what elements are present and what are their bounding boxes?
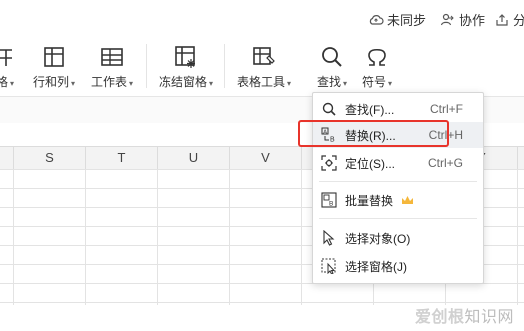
collab-label: 协作 bbox=[459, 13, 486, 28]
collab-button[interactable]: 协作 bbox=[440, 10, 485, 29]
tool-label: 行和列 bbox=[32, 75, 69, 89]
locate-icon bbox=[321, 155, 337, 171]
tool-label: 格 bbox=[0, 75, 8, 89]
tool-label: 表格工具 bbox=[236, 75, 285, 89]
column-header-s[interactable]: S bbox=[14, 147, 86, 169]
rows-columns-tool[interactable]: 行和列 ▾ bbox=[32, 38, 76, 90]
menu-item-label: 定位(S)... bbox=[345, 156, 395, 171]
tool-label: 工作表 bbox=[90, 75, 127, 89]
menu-item-select-pane[interactable]: 选择窗格(J) bbox=[313, 253, 483, 279]
shortcut-text: Ctrl+G bbox=[427, 156, 463, 170]
column-header-v[interactable]: V bbox=[230, 147, 302, 169]
menu-divider bbox=[319, 181, 477, 182]
column-header-t[interactable]: T bbox=[86, 147, 158, 169]
share-button[interactable]: 分 bbox=[494, 10, 524, 29]
chevron-down-icon: ▾ bbox=[287, 79, 292, 88]
menu-item-locate[interactable]: 定位(S)... Ctrl+G bbox=[313, 150, 483, 176]
chevron-down-icon: ▾ bbox=[10, 79, 15, 88]
sync-status[interactable]: 未同步 bbox=[368, 10, 426, 29]
tool-label: 符号 bbox=[361, 75, 386, 89]
freeze-panes-icon bbox=[175, 46, 195, 68]
cloud-sync-icon bbox=[369, 14, 384, 25]
batch-replace-icon: B bbox=[321, 192, 337, 208]
chevron-down-icon: ▾ bbox=[388, 79, 393, 88]
watermark-suffix: 知识网 bbox=[464, 309, 514, 326]
highlight-annotation-box bbox=[298, 120, 449, 147]
watermark: 爱创根知识网 bbox=[415, 303, 514, 327]
top-bar: 未同步 协作 分 bbox=[0, 0, 524, 38]
chevron-down-icon: ▾ bbox=[209, 79, 214, 88]
worksheet-icon bbox=[101, 48, 123, 66]
search-icon bbox=[322, 47, 342, 67]
chevron-down-icon: ▾ bbox=[343, 79, 348, 88]
table-tools-tool[interactable]: 表格工具 ▾ bbox=[234, 38, 294, 90]
tool-label: 查找 bbox=[316, 75, 341, 89]
omega-icon bbox=[368, 48, 386, 66]
ribbon-divider bbox=[146, 44, 147, 88]
search-icon bbox=[321, 101, 337, 117]
menu-item-find[interactable]: 查找(F)... Ctrl+F bbox=[313, 96, 483, 122]
menu-item-label: 批量替换 bbox=[345, 193, 394, 208]
freeze-panes-tool[interactable]: 冻结窗格 ▾ bbox=[157, 38, 215, 90]
collab-icon bbox=[440, 13, 454, 25]
column-header-u[interactable]: U bbox=[158, 147, 230, 169]
menu-item-label: 选择窗格(J) bbox=[345, 259, 407, 274]
share-label: 分 bbox=[513, 13, 524, 28]
chevron-down-icon: ▾ bbox=[129, 79, 134, 88]
column-header-partial[interactable] bbox=[0, 147, 14, 169]
shortcut-text: Ctrl+F bbox=[430, 102, 463, 116]
share-icon bbox=[496, 13, 508, 26]
find-tool[interactable]: 查找 ▾ bbox=[310, 38, 352, 93]
ribbon-divider bbox=[224, 44, 225, 88]
rows-columns-icon bbox=[44, 47, 64, 67]
menu-item-batch-replace[interactable]: B 批量替换 bbox=[313, 187, 483, 213]
menu-divider bbox=[319, 218, 477, 219]
select-object-icon bbox=[321, 230, 337, 246]
crown-icon bbox=[402, 196, 414, 204]
table-format-icon bbox=[0, 49, 12, 66]
chevron-down-icon: ▾ bbox=[71, 79, 76, 88]
menu-item-label: 选择对象(O) bbox=[345, 231, 411, 246]
table-tools-icon bbox=[253, 47, 275, 65]
ribbon-toolbar: 格 ▾ 行和列 ▾ 工作表 ▾ 冻结窗格 ▾ 表格工具 ▾ 查找 ▾ 符号 ▾ bbox=[0, 38, 524, 96]
select-pane-icon bbox=[321, 258, 337, 274]
sync-label: 未同步 bbox=[387, 13, 427, 28]
symbol-tool[interactable]: 符号 ▾ bbox=[360, 38, 394, 90]
menu-item-select-object[interactable]: 选择对象(O) bbox=[313, 225, 483, 251]
svg-text:B: B bbox=[329, 201, 333, 208]
menu-item-label: 查找(F)... bbox=[345, 102, 395, 117]
table-format-tool[interactable]: 格 ▾ bbox=[0, 38, 18, 90]
watermark-prefix: 爱创根 bbox=[414, 309, 465, 326]
tool-label: 冻结窗格 bbox=[158, 75, 207, 89]
worksheet-tool[interactable]: 工作表 ▾ bbox=[90, 38, 134, 90]
